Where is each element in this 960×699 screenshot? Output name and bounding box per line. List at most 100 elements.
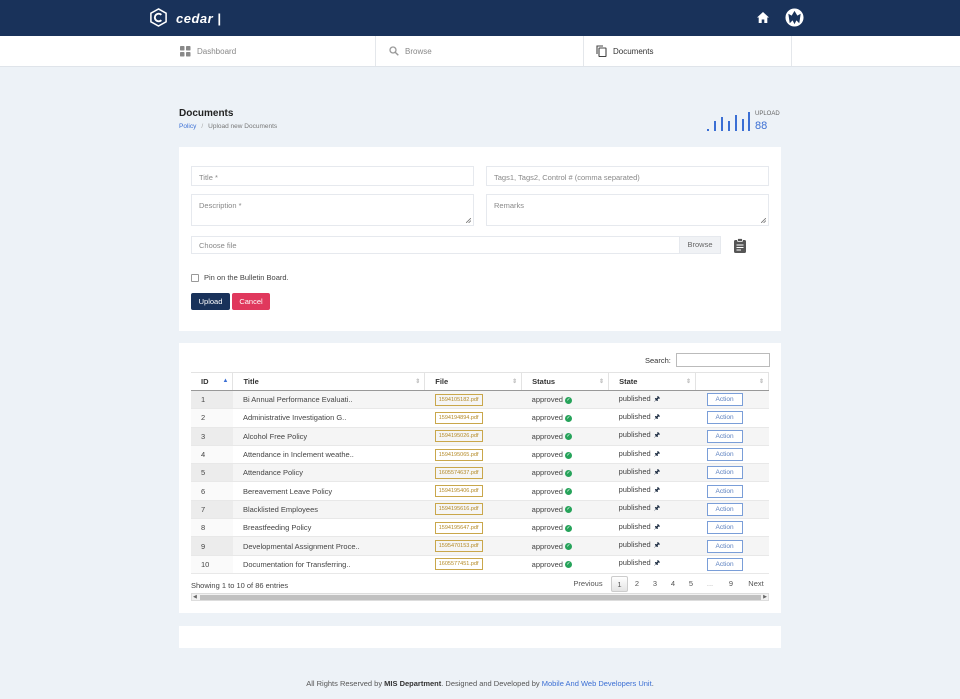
check-circle-icon: ✓ xyxy=(564,488,572,496)
search-label: Search: xyxy=(645,356,671,365)
pin-icon: 🖈 xyxy=(653,413,661,421)
pin-checkbox[interactable] xyxy=(191,274,199,282)
action-button[interactable]: Action xyxy=(706,539,743,553)
file-link[interactable]: 1594195026.pdf xyxy=(434,430,483,443)
column-header-id[interactable]: ID ▲ xyxy=(191,372,234,391)
pagination-page-4[interactable]: 4 xyxy=(666,576,680,592)
breadcrumb-policy[interactable]: Policy xyxy=(179,123,196,130)
remarks-textarea[interactable]: Remarks xyxy=(486,194,769,226)
action-button[interactable]: Action xyxy=(706,557,743,571)
pin-icon: 🖈 xyxy=(653,542,661,550)
cell-status: approved ✓ xyxy=(521,536,609,556)
pagination-page-3[interactable]: 3 xyxy=(648,576,662,592)
action-button[interactable]: Action xyxy=(706,411,743,425)
sort-icon: ⇕ xyxy=(415,379,421,385)
check-circle-icon: ✓ xyxy=(564,433,572,441)
resize-handle-icon[interactable] xyxy=(761,218,766,223)
column-header-action[interactable]: ⇕ xyxy=(695,372,769,391)
breadcrumb: Policy / Upload new Documents xyxy=(179,123,277,130)
pagination-next[interactable]: Next xyxy=(743,576,769,592)
scroll-right-icon[interactable]: ▶ xyxy=(763,594,767,601)
pagination-page-9[interactable]: 9 xyxy=(724,576,738,592)
table-search-input[interactable] xyxy=(676,353,770,367)
sort-asc-icon: ▲ xyxy=(222,378,229,384)
pin-icon: 🖈 xyxy=(653,505,661,513)
column-header-title[interactable]: Title ⇕ xyxy=(232,372,426,391)
table-row: 8 Breastfeeding Policy 1594195647.pdf appro… xyxy=(191,518,769,538)
cell-title: Breastfeeding Policy xyxy=(232,518,425,538)
upload-button[interactable]: Upload xyxy=(191,293,230,310)
nav-item-dashboard[interactable]: Dashboard xyxy=(180,36,376,66)
action-button[interactable]: Action xyxy=(706,521,743,535)
browse-button[interactable]: Browse xyxy=(679,236,721,254)
tags-input[interactable]: Tags1, Tags2, Control # (comma separated… xyxy=(486,166,769,186)
action-button[interactable]: Action xyxy=(706,466,743,480)
check-circle-icon: ✓ xyxy=(564,414,572,422)
column-header-file[interactable]: File ⇕ xyxy=(424,372,523,391)
column-header-state[interactable]: State ⇕ xyxy=(608,372,696,391)
pagination-previous[interactable]: Previous xyxy=(568,576,608,592)
file-link[interactable]: 1605577451.pdf xyxy=(434,558,483,571)
description-textarea[interactable]: Description * xyxy=(191,194,474,226)
resize-handle-icon[interactable] xyxy=(466,218,471,223)
cell-id: 5 xyxy=(191,463,233,483)
column-header-status[interactable]: Status ⇕ xyxy=(521,372,610,391)
check-circle-icon: ✓ xyxy=(564,396,572,404)
home-icon[interactable] xyxy=(756,11,770,24)
file-link[interactable]: 1594195616.pdf xyxy=(434,503,483,516)
scroll-left-icon[interactable]: ◀ xyxy=(193,594,197,601)
nav-label-documents: Documents xyxy=(613,46,654,56)
pagination-page-5[interactable]: 5 xyxy=(684,576,698,592)
cedar-logo-icon[interactable] xyxy=(149,8,168,27)
nav-item-documents[interactable]: Documents xyxy=(596,36,792,66)
check-circle-icon: ✓ xyxy=(564,543,572,551)
main-nav: Dashboard Browse Documents xyxy=(0,36,960,67)
file-link[interactable]: 1594195406.pdf xyxy=(434,485,483,498)
title-input[interactable]: Title * xyxy=(191,166,474,186)
brand-name[interactable]: cedar | xyxy=(176,11,221,26)
cell-status: approved ✓ xyxy=(521,555,609,574)
action-button[interactable]: Action xyxy=(706,393,743,407)
search-icon xyxy=(389,46,399,56)
action-button[interactable]: Action xyxy=(706,448,743,462)
upload-sparkline-icon xyxy=(707,112,750,131)
action-button[interactable]: Action xyxy=(706,484,743,498)
pin-icon: 🖈 xyxy=(653,395,661,403)
cell-title: Bi Annual Performance Evaluati.. xyxy=(232,390,425,410)
action-button[interactable]: Action xyxy=(706,429,743,443)
clipboard-icon[interactable] xyxy=(733,238,747,253)
action-button[interactable]: Action xyxy=(706,502,743,516)
table-header-row: ID ▲ Title ⇕ File ⇕ Status ⇕ State ⇕ ⇕ xyxy=(191,372,769,391)
file-link[interactable]: 1594105182.pdf xyxy=(434,393,483,406)
user-avatar-icon[interactable] xyxy=(785,8,804,27)
sort-icon: ⇕ xyxy=(685,379,691,385)
copy-icon xyxy=(596,45,607,57)
file-input[interactable]: Choose file xyxy=(191,236,680,254)
cell-id: 7 xyxy=(191,500,233,520)
table-horizontal-scrollbar[interactable]: ◀ ▶ xyxy=(191,593,769,601)
file-link[interactable]: 1594195065.pdf xyxy=(434,448,483,461)
file-link[interactable]: 1595470153.pdf xyxy=(434,540,483,553)
cell-title: Blacklisted Employees xyxy=(232,500,425,520)
pin-checkbox-label[interactable]: Pin on the Bulletin Board. xyxy=(204,273,289,282)
file-link[interactable]: 1594194894.pdf xyxy=(434,411,483,424)
pagination-page-2[interactable]: 2 xyxy=(630,576,644,592)
table-row: 7 Blacklisted Employees 1594195616.pdf appr… xyxy=(191,500,769,520)
pagination-page-1[interactable]: 1 xyxy=(611,576,628,592)
pin-icon: 🖈 xyxy=(653,560,661,568)
pin-icon: 🖈 xyxy=(653,487,661,495)
file-link[interactable]: 1594195647.pdf xyxy=(434,521,483,534)
cancel-button[interactable]: Cancel xyxy=(232,293,270,310)
cell-status: approved ✓ xyxy=(521,518,609,538)
file-link[interactable]: 1605574637.pdf xyxy=(434,466,483,479)
footer-unit-link[interactable]: Mobile And Web Developers Unit xyxy=(542,679,652,688)
scrollbar-thumb[interactable] xyxy=(200,595,761,600)
cell-title: Documentation for Transferring.. xyxy=(232,555,425,574)
cell-file: 1594195647.pdf xyxy=(424,518,522,538)
breadcrumb-separator: / xyxy=(201,123,204,130)
cell-status: approved ✓ xyxy=(521,500,609,520)
nav-item-browse[interactable]: Browse xyxy=(389,36,584,66)
footer-middle: . Designed and Developed by xyxy=(441,679,540,688)
cell-state: published 🖈 xyxy=(608,445,696,465)
cell-action: Action xyxy=(695,500,769,520)
